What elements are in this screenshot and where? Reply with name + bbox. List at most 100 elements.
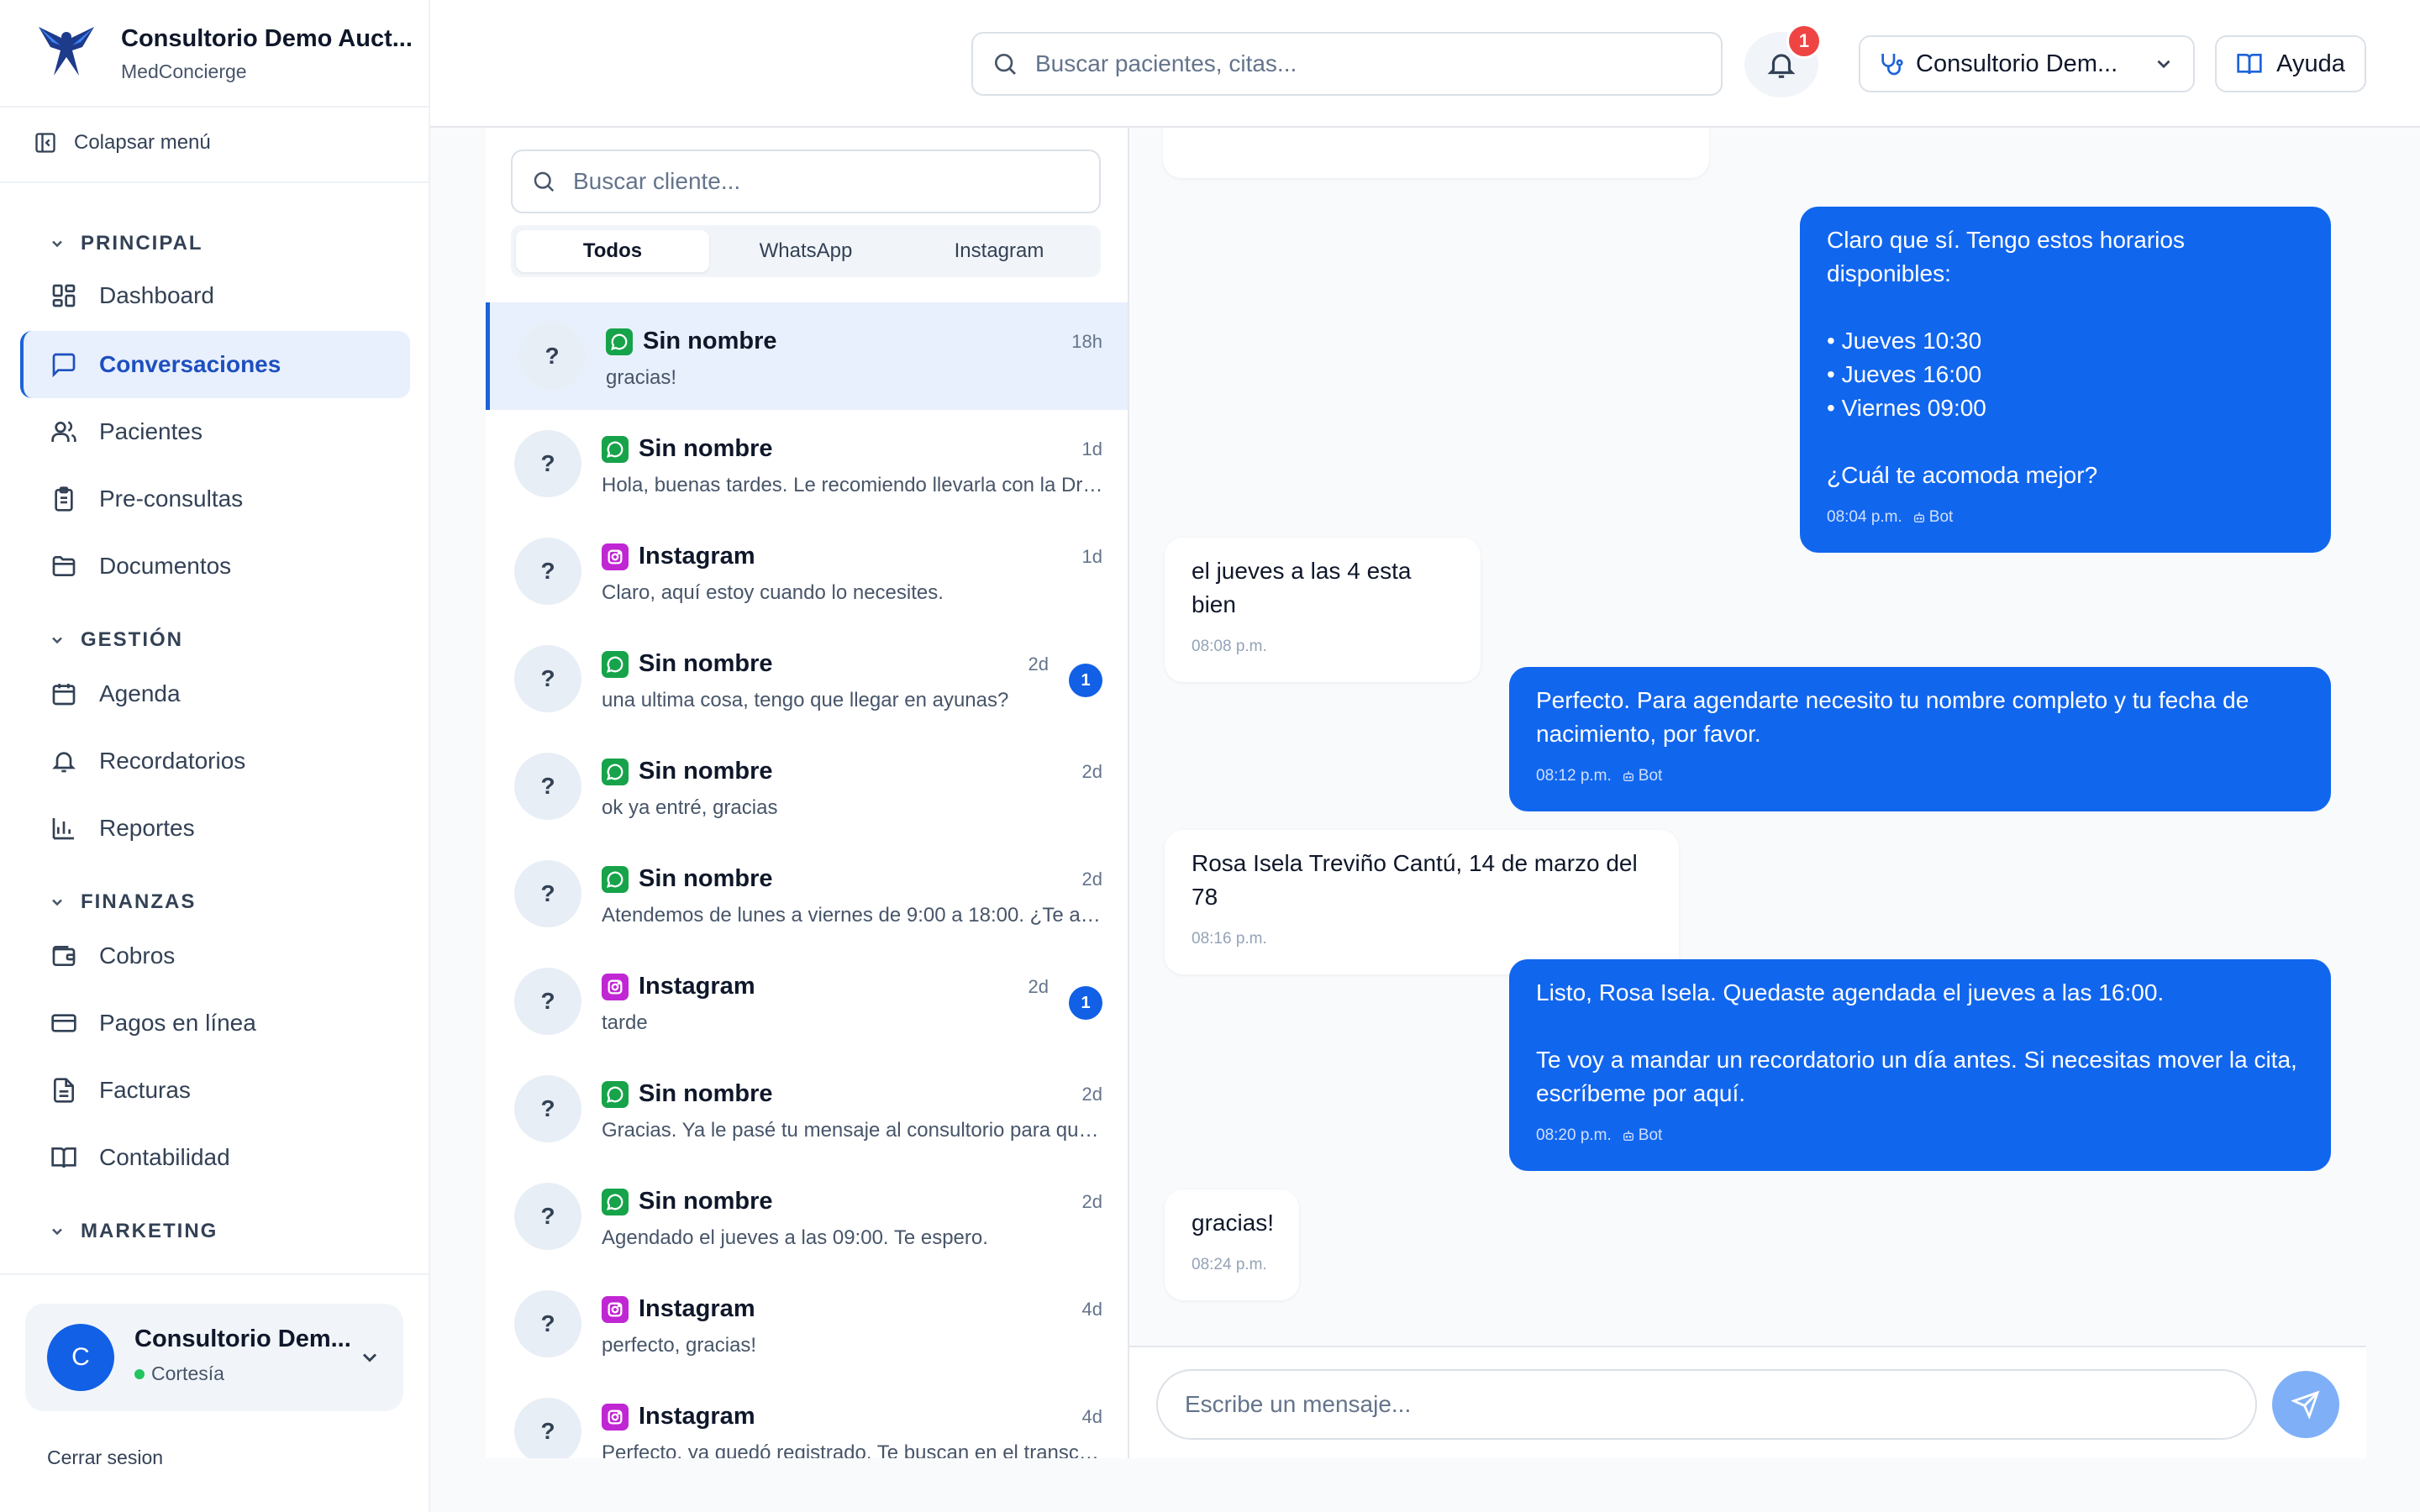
conversation-item[interactable]: ? Instagram 4d perfecto, gracias! — [486, 1270, 1128, 1378]
message-text: Listo, Rosa Isela. Quedaste agendada el … — [1536, 979, 2297, 1106]
message-time: 08:04 p.m. — [1827, 508, 1902, 526]
sidebar-item-label: Conversaciones — [99, 351, 281, 377]
divider — [0, 1273, 430, 1275]
conversation-title: Sin nombre — [602, 758, 773, 785]
chat-panel: Claro que sí. Tengo estos horarios dispo… — [1129, 128, 2366, 1458]
message-input-wrapper[interactable] — [1156, 1369, 2257, 1440]
section-principal-toggle[interactable]: PRINCIPAL — [49, 232, 203, 255]
eagle-logo-icon — [39, 27, 94, 76]
chevron-down-icon — [2157, 60, 2170, 69]
tab-todos[interactable]: Todos — [516, 230, 709, 272]
avatar: ? — [514, 753, 581, 820]
message-meta: 08:16 p.m. — [1192, 922, 1652, 956]
sidebar-item-recordatorios[interactable]: Recordatorios — [20, 727, 410, 795]
conversation-preview: Hola, buenas tardes. Le recomiendo lleva… — [602, 474, 1106, 496]
conversation-item[interactable]: ? Sin nombre 1d Hola, buenas tardes. Le rec… — [486, 410, 1128, 517]
message-bubble-outgoing: Listo, Rosa Isela. Quedaste agendada el … — [1509, 959, 2331, 1171]
users-icon — [51, 421, 76, 442]
sidebar-item-documentos[interactable]: Documentos — [20, 533, 410, 600]
conversation-title: Sin nombre — [602, 1188, 773, 1215]
message-time: 08:16 p.m. — [1192, 930, 1267, 948]
whatsapp-icon — [602, 1080, 629, 1108]
channel-tabs: Todos WhatsApp Instagram — [511, 225, 1101, 277]
brand-subtitle: MedConcierge — [121, 60, 247, 82]
bot-icon — [1912, 511, 1926, 524]
sidebar-item-label: Pacientes — [99, 418, 203, 444]
sidebar-item-label: Facturas — [99, 1077, 191, 1103]
sidebar-item-contabilidad[interactable]: Contabilidad — [20, 1124, 410, 1191]
sidebar-item-label: Contabilidad — [99, 1144, 230, 1170]
avatar: ? — [514, 538, 581, 605]
sidebar-item-preconsultas[interactable]: Pre-consultas — [20, 465, 410, 533]
sidebar-item-label: Pre-consultas — [99, 486, 244, 512]
conversation-item[interactable]: ? Sin nombre 2d una ultima cosa, tengo que … — [486, 625, 1128, 732]
bot-icon — [1622, 769, 1635, 783]
message-input[interactable] — [1185, 1391, 2210, 1418]
conversation-preview: Agendado el jueves a las 09:00. Te esper… — [602, 1226, 988, 1249]
conversation-item[interactable]: ? Sin nombre 2d Gracias. Ya le pasé tu mens… — [486, 1055, 1128, 1163]
sidebar-item-conversaciones[interactable]: Conversaciones — [20, 331, 410, 398]
conversation-item[interactable]: ? Sin nombre 2d Agendado el jueves a las 09… — [486, 1163, 1128, 1270]
message-bubble-partial — [1163, 128, 1709, 178]
sidebar-item-dashboard[interactable]: Dashboard — [20, 262, 410, 329]
conversation-time: 2d — [1081, 1191, 1102, 1212]
conversation-item[interactable]: ? Sin nombre 2d Atendemos de lunes a vierne… — [486, 840, 1128, 948]
message-time: 08:20 p.m. — [1536, 1126, 1612, 1144]
avatar: ? — [514, 430, 581, 497]
sidebar-item-facturas[interactable]: Facturas — [20, 1057, 410, 1124]
sidebar: Consultorio Demo Auct... MedConcierge Co… — [0, 0, 430, 1512]
conversation-title: Instagram — [602, 543, 755, 570]
global-search-input[interactable] — [1035, 50, 1691, 77]
section-marketing-toggle[interactable]: MARKETING — [49, 1220, 218, 1243]
conversation-item[interactable]: ? Instagram 1d Claro, aquí estoy cuando lo … — [486, 517, 1128, 625]
send-button[interactable] — [2272, 1371, 2339, 1438]
search-icon — [534, 171, 555, 192]
sidebar-item-pagos[interactable]: Pagos en línea — [20, 990, 410, 1057]
conversation-item[interactable]: ? Instagram 2d tarde 1 — [486, 948, 1128, 1055]
sidebar-item-label: Cobros — [99, 942, 176, 969]
file-text-icon — [54, 1078, 74, 1103]
message-bubble-outgoing: Perfecto. Para agendarte necesito tu nom… — [1509, 667, 2331, 811]
avatar: ? — [514, 1183, 581, 1250]
conversation-time: 18h — [1071, 331, 1102, 352]
chevron-down-icon — [52, 1228, 62, 1236]
conversation-title: Sin nombre — [602, 435, 773, 463]
whatsapp-icon — [602, 650, 629, 678]
account-menu[interactable]: C Consultorio Dem... Cortesía — [25, 1304, 403, 1411]
conversation-item[interactable]: ? Sin nombre 2d ok ya entré, gracias — [486, 732, 1128, 840]
client-search[interactable] — [511, 150, 1101, 213]
unread-badge: 1 — [1069, 986, 1102, 1020]
conversation-item[interactable]: ? Sin nombre 18h gracias! — [486, 302, 1128, 410]
conversation-preview: Gracias. Ya le pasé tu mensaje al consul… — [602, 1119, 1106, 1142]
conversation-name: Instagram — [639, 543, 755, 570]
sidebar-item-cobros[interactable]: Cobros — [20, 922, 410, 990]
global-search[interactable] — [971, 32, 1723, 96]
conversation-item[interactable]: ? Instagram 4d Perfecto, ya quedó registrad… — [486, 1378, 1128, 1458]
message-sender: Bot — [1622, 1119, 1662, 1152]
collapse-menu-button[interactable]: Colapsar menú — [34, 131, 211, 155]
client-search-input[interactable] — [573, 168, 1094, 195]
conversation-title: Sin nombre — [602, 1080, 773, 1108]
avatar: C — [47, 1324, 114, 1391]
help-button[interactable]: Ayuda — [2215, 35, 2366, 92]
whatsapp-icon — [602, 865, 629, 893]
instagram-icon — [602, 973, 629, 1000]
message-sender-label: Bot — [1928, 508, 1954, 526]
message-meta: 08:24 p.m. — [1192, 1248, 1272, 1282]
section-finanzas-toggle[interactable]: FINANZAS — [49, 890, 196, 914]
section-gestion-toggle[interactable]: GESTIÓN — [49, 628, 183, 652]
whatsapp-icon — [602, 758, 629, 785]
sidebar-item-label: Pagos en línea — [99, 1010, 256, 1036]
tab-instagram[interactable]: Instagram — [902, 230, 1096, 272]
stethoscope-icon — [1881, 54, 1903, 76]
avatar: ? — [514, 645, 581, 712]
logout-link[interactable]: Cerrar sesion — [47, 1446, 163, 1469]
sidebar-item-reportes[interactable]: Reportes — [20, 795, 410, 862]
conversation-time: 1d — [1081, 438, 1102, 459]
sidebar-item-pacientes[interactable]: Pacientes — [20, 398, 410, 465]
clinic-selector[interactable]: Consultorio Dem... — [1859, 35, 2195, 92]
tab-whatsapp[interactable]: WhatsApp — [709, 230, 902, 272]
sidebar-item-agenda[interactable]: Agenda — [20, 660, 410, 727]
conversation-title: Instagram — [602, 973, 755, 1000]
message-time: 08:24 p.m. — [1192, 1256, 1267, 1273]
